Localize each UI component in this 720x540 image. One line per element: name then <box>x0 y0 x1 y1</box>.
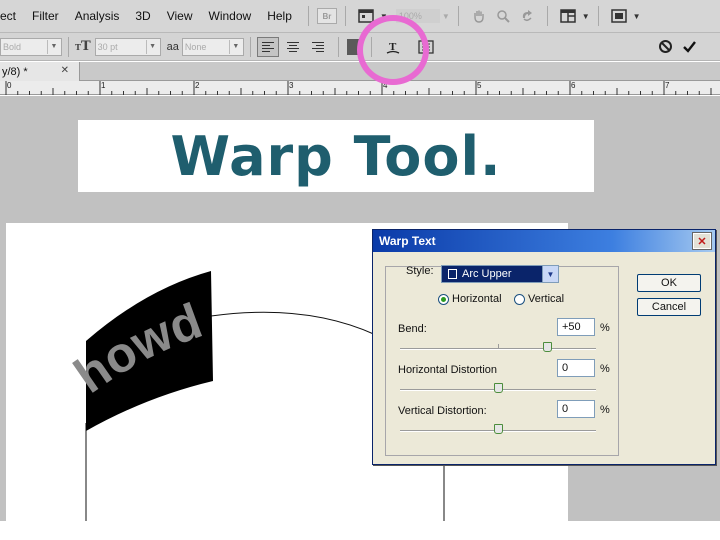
guide-arc <box>210 311 377 336</box>
cancel-button[interactable]: Cancel <box>637 298 701 316</box>
ruler-number: 2 <box>195 81 200 90</box>
arc-upper-icon <box>448 269 457 279</box>
menu-window[interactable]: Window <box>201 9 260 23</box>
vertical-distortion-label: Vertical Distortion: <box>398 405 487 417</box>
vertical-distortion-percent: % <box>600 404 610 416</box>
chevron-down-icon: ▼ <box>145 39 159 54</box>
separator <box>249 36 251 57</box>
arrange-documents-icon[interactable] <box>559 8 577 24</box>
menu-3d[interactable]: 3D <box>127 9 158 23</box>
horizontal-distortion-slider[interactable] <box>400 383 596 393</box>
vertical-label[interactable]: Vertical <box>528 293 564 305</box>
chevron-down-icon[interactable]: ▼ <box>542 266 558 282</box>
horizontal-distortion-percent: % <box>600 363 610 375</box>
close-icon[interactable]: ✕ <box>692 232 712 250</box>
ruler-number: 7 <box>665 81 670 90</box>
separator <box>457 6 459 26</box>
ruler-number: 5 <box>477 81 482 90</box>
dialog-title: Warp Text <box>379 234 436 248</box>
horizontal-label[interactable]: Horizontal <box>452 293 502 305</box>
close-icon[interactable]: ✕ <box>61 65 69 76</box>
ruler-number: 6 <box>571 81 576 90</box>
chevron-down-icon[interactable]: ▼ <box>582 12 590 21</box>
separator <box>344 6 346 26</box>
title-banner: Warp Tool. <box>78 120 594 192</box>
bend-slider-thumb[interactable] <box>542 342 552 352</box>
menu-view[interactable]: View <box>159 9 201 23</box>
separator <box>597 6 599 26</box>
align-center-button[interactable] <box>282 37 304 57</box>
font-size-select[interactable]: 30 pt ▼ <box>94 37 161 56</box>
chevron-down-icon[interactable]: ▼ <box>633 12 641 21</box>
vertical-distortion-input[interactable]: 0 <box>557 400 595 418</box>
style-value: Arc Upper <box>462 268 512 280</box>
chevron-down-icon: ▼ <box>47 39 60 54</box>
zoom-icon[interactable] <box>494 8 512 24</box>
bottom-strip <box>0 521 720 540</box>
cancel-icon[interactable] <box>656 39 674 55</box>
antialias-value: None <box>184 41 207 52</box>
commit-icon[interactable] <box>680 39 698 55</box>
font-style-select[interactable]: Bold ▼ <box>0 37 62 56</box>
slide-title: Warp Tool. <box>170 124 502 188</box>
menu-help[interactable]: Help <box>259 9 300 23</box>
ruler-ticks <box>5 81 712 95</box>
dialog-titlebar[interactable]: Warp Text ✕ <box>373 230 715 252</box>
horizontal-distortion-input[interactable]: 0 <box>557 359 595 377</box>
document-tab-label: y/8) * <box>2 65 28 78</box>
align-right-button[interactable] <box>307 37 329 57</box>
ruler-number: 3 <box>289 81 294 90</box>
bend-percent: % <box>600 322 610 334</box>
ruler-number: 1 <box>101 81 106 90</box>
bridge-button[interactable]: Br <box>316 8 337 24</box>
menu-bar: ect Filter Analysis 3D View Window Help … <box>0 0 720 33</box>
bend-input[interactable]: +50 <box>557 318 595 336</box>
chevron-down-icon[interactable]: ▼ <box>442 12 450 21</box>
warp-settings-group: Style: Arc Upper ▼ Horizontal Vertical B… <box>385 265 619 456</box>
horizontal-distortion-label: Horizontal Distortion <box>398 364 498 376</box>
horizontal-radio[interactable] <box>438 294 449 305</box>
warp-text-dialog: Warp Text ✕ Style: Arc Upper ▼ Horizonta… <box>372 229 716 465</box>
separator <box>546 6 548 26</box>
vertical-distortion-slider[interactable] <box>400 424 596 434</box>
bend-slider[interactable] <box>400 342 596 352</box>
separator <box>307 6 309 26</box>
bend-label: Bend: <box>398 323 427 335</box>
menu-filter[interactable]: Filter <box>24 9 67 23</box>
document-tab[interactable]: y/8) * ✕ <box>0 62 80 81</box>
vertical-distortion-slider-thumb[interactable] <box>493 424 503 434</box>
hand-icon[interactable] <box>470 8 488 24</box>
horizontal-distortion-slider-thumb[interactable] <box>493 383 503 393</box>
align-left-button[interactable] <box>256 36 279 57</box>
vertical-radio[interactable] <box>514 294 525 305</box>
font-size-icon: TT <box>75 39 91 54</box>
style-select[interactable]: Arc Upper ▼ <box>441 265 559 283</box>
menu-select[interactable]: ect <box>0 9 24 23</box>
menu-analysis[interactable]: Analysis <box>67 9 128 23</box>
antialias-select[interactable]: None ▼ <box>181 37 244 56</box>
separator <box>337 36 339 57</box>
slider-center-tick <box>498 344 499 348</box>
ok-button[interactable]: OK <box>637 274 701 292</box>
font-style-value: Bold <box>3 41 22 52</box>
font-size-value: 30 pt <box>97 41 118 52</box>
antialias-icon: aa <box>166 40 179 53</box>
horizontal-ruler: 0 1 2 3 4 5 6 7 <box>0 81 720 95</box>
chevron-down-icon: ▼ <box>228 39 242 54</box>
screen-mode-icon[interactable] <box>610 8 628 24</box>
style-label: Style: <box>406 265 434 277</box>
ruler-number: 0 <box>7 81 12 90</box>
separator <box>68 36 69 57</box>
highlight-circle <box>357 15 429 85</box>
rotate-view-icon[interactable] <box>518 8 536 24</box>
